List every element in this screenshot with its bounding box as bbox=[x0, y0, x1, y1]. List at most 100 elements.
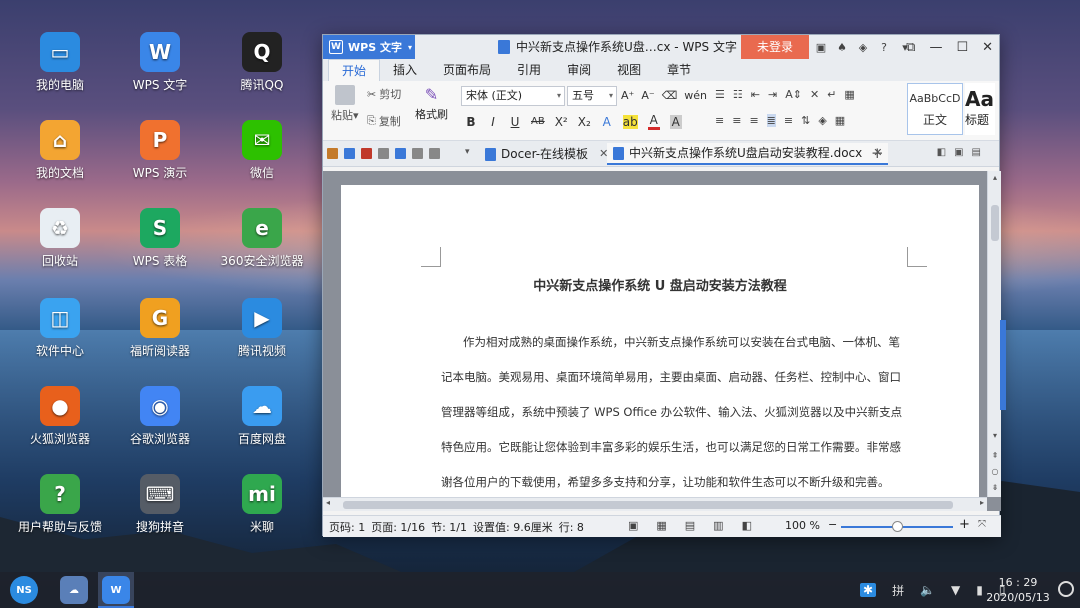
new-tab-button[interactable]: + bbox=[871, 144, 884, 162]
volume-icon[interactable]: 🔈 bbox=[920, 583, 935, 597]
cut-button[interactable]: ✂ 剪切 bbox=[367, 86, 401, 102]
scroll-thumb[interactable] bbox=[991, 205, 999, 241]
ribbon-tab[interactable]: 章节 bbox=[654, 59, 704, 81]
login-button[interactable]: 未登录 bbox=[741, 35, 809, 59]
desktop-icon[interactable]: ✉ 微信 bbox=[214, 120, 310, 181]
undo-icon[interactable] bbox=[412, 148, 423, 159]
cube-icon[interactable]: ◈ bbox=[857, 41, 869, 54]
ribbon-tab[interactable]: 插入 bbox=[380, 59, 430, 81]
format-painter-button[interactable]: ✎ 格式刷 bbox=[415, 85, 448, 122]
tab-current-document[interactable]: 中兴新支点操作系统U盘启动安装教程.docx ✕ bbox=[607, 143, 889, 165]
desktop-icon[interactable]: S WPS 表格 bbox=[112, 208, 208, 269]
next-page-icon[interactable]: ⇟ bbox=[988, 483, 1001, 492]
save-icon[interactable] bbox=[344, 148, 355, 159]
bullets-icon[interactable]: ☰ bbox=[715, 88, 725, 101]
chevron-down-icon[interactable]: ▾ bbox=[465, 147, 470, 157]
line-spacing-icon[interactable]: ⇅ bbox=[801, 114, 810, 127]
style-heading[interactable]: Aa 标题 bbox=[965, 83, 995, 135]
maximize-button[interactable]: ☐ bbox=[956, 40, 968, 55]
bold-button[interactable]: B bbox=[465, 115, 477, 129]
input-method-icon[interactable]: 拼 bbox=[892, 582, 904, 599]
underline-button[interactable]: U bbox=[509, 115, 521, 129]
taskbar-item[interactable]: NS bbox=[10, 576, 38, 604]
sort-icon[interactable]: ✕ bbox=[810, 88, 819, 101]
italic-button[interactable]: I bbox=[487, 115, 499, 129]
desktop-icon[interactable]: ◉ 谷歌浏览器 bbox=[112, 386, 208, 447]
print-preview-icon[interactable] bbox=[395, 148, 406, 159]
zoom-out-button[interactable]: − bbox=[828, 518, 837, 531]
window-titlebar[interactable]: W WPS 文字 ▾ 中兴新支点操作系统U盘…cx - WPS 文字 未登录 ▣… bbox=[323, 35, 999, 59]
fit-window-icon[interactable]: ⤧ bbox=[978, 519, 986, 530]
desktop-icon[interactable]: mi 米聊 bbox=[214, 474, 310, 535]
numbering-icon[interactable]: ☷ bbox=[733, 88, 743, 101]
desktop-icon[interactable]: ☁ 百度网盘 bbox=[214, 386, 310, 447]
chevron-left-icon[interactable]: ◂ bbox=[326, 498, 330, 507]
desktop-icon[interactable]: ⌨ 搜狗拼音 bbox=[112, 474, 208, 535]
strikethrough-button[interactable]: AB bbox=[531, 116, 545, 127]
close-button[interactable]: ✕ bbox=[982, 40, 993, 55]
redo-icon[interactable] bbox=[429, 148, 440, 159]
desktop-icon[interactable]: e 360安全浏览器 bbox=[214, 208, 310, 269]
desktop-icon[interactable]: ♻ 回收站 bbox=[12, 208, 108, 269]
select-browse-icon[interactable]: ○ bbox=[988, 467, 1001, 476]
highlight-button[interactable]: ab bbox=[622, 114, 638, 129]
copy-button[interactable]: ⎘ 复制 bbox=[367, 113, 401, 129]
align-center-icon[interactable]: ≡ bbox=[732, 114, 741, 127]
text-effect-button[interactable]: A bbox=[601, 115, 613, 129]
document-page[interactable]: 中兴新支点操作系统 U 盘启动安装方法教程 作为相对成熟的桌面操作系统，中兴新支… bbox=[341, 185, 979, 511]
text-direction-icon[interactable]: A⇕ bbox=[785, 88, 802, 101]
grow-font-icon[interactable]: A⁺ bbox=[621, 89, 634, 102]
usb-icon[interactable]: ▮ bbox=[976, 583, 983, 597]
ribbon-tab[interactable]: 开始 bbox=[328, 59, 381, 81]
minimize-button[interactable]: — bbox=[929, 40, 942, 55]
tab-docer-templates[interactable]: Docer-在线模板 ✕ bbox=[479, 143, 614, 165]
desktop-icon[interactable]: ▶ 腾讯视频 bbox=[214, 298, 310, 359]
notification-center-icon[interactable] bbox=[1058, 581, 1074, 597]
open-icon[interactable] bbox=[327, 148, 338, 159]
skin-icon[interactable]: ▣ bbox=[815, 41, 827, 54]
ribbon-tab[interactable]: 视图 bbox=[604, 59, 654, 81]
desktop-icon[interactable]: ◫ 软件中心 bbox=[12, 298, 108, 359]
bluetooth-icon[interactable]: ✱ bbox=[860, 583, 877, 597]
horizontal-scrollbar[interactable]: ◂ ▸ bbox=[323, 497, 987, 511]
desktop-icon[interactable]: Q 腾讯QQ bbox=[214, 32, 310, 93]
clear-format-icon[interactable]: ⌫ bbox=[662, 89, 678, 102]
zoom-in-button[interactable]: + bbox=[959, 517, 970, 532]
taskbar-item[interactable]: ☁ bbox=[60, 576, 88, 604]
zoom-slider-knob[interactable] bbox=[892, 521, 903, 532]
scroll-thumb[interactable] bbox=[343, 501, 953, 509]
vertical-scrollbar[interactable]: ▴ ▾ ⇞ ○ ⇟ bbox=[987, 171, 1001, 497]
subscript-button[interactable]: X₂ bbox=[578, 115, 591, 129]
shading-icon[interactable]: ◈ bbox=[818, 114, 826, 127]
help-icon[interactable]: ? bbox=[878, 41, 890, 54]
ribbon-tab[interactable]: 页面布局 bbox=[430, 59, 504, 81]
font-color-button[interactable]: A bbox=[647, 113, 660, 130]
desktop-icon[interactable]: ▭ 我的电脑 bbox=[12, 32, 108, 93]
chevron-down-icon[interactable]: ▾ bbox=[988, 431, 1001, 440]
align-right-icon[interactable]: ≡ bbox=[749, 114, 758, 127]
ribbon-tab[interactable]: 审阅 bbox=[554, 59, 604, 81]
taskbar-item[interactable]: W bbox=[102, 576, 130, 604]
desktop-icon[interactable]: W WPS 文字 bbox=[112, 32, 208, 93]
desktop-icon[interactable]: G 福昕阅读器 bbox=[112, 298, 208, 359]
paragraph-mark-icon[interactable]: ↵ bbox=[827, 88, 836, 101]
restore-icon[interactable]: ⧉ bbox=[906, 40, 915, 55]
chevron-right-icon[interactable]: ▸ bbox=[980, 498, 984, 507]
distribute-icon[interactable]: ≡ bbox=[784, 114, 793, 127]
view-mode-icons[interactable]: ▣▦▤▥◧ bbox=[628, 519, 770, 532]
font-name-select[interactable]: 宋体 (正文) ▾ bbox=[461, 86, 565, 106]
ribbon-tab[interactable]: 引用 bbox=[504, 59, 554, 81]
superscript-button[interactable]: X² bbox=[555, 115, 568, 129]
phonetic-icon[interactable]: wén bbox=[684, 89, 707, 102]
shirt-icon[interactable]: ♠ bbox=[836, 41, 848, 54]
desktop-icon[interactable]: ⌂ 我的文档 bbox=[12, 120, 108, 181]
table-icon[interactable]: ▦ bbox=[844, 88, 854, 101]
prev-page-icon[interactable]: ⇞ bbox=[988, 451, 1001, 460]
chevron-up-icon[interactable]: ▴ bbox=[988, 173, 1001, 182]
export-pdf-icon[interactable] bbox=[361, 148, 372, 159]
char-shading-button[interactable]: A bbox=[669, 114, 682, 129]
style-normal[interactable]: AaBbCcD 正文 bbox=[907, 83, 963, 135]
wifi-icon[interactable]: ▼ bbox=[951, 583, 960, 597]
side-panel-handle[interactable] bbox=[1000, 320, 1006, 410]
desktop-icon[interactable]: P WPS 演示 bbox=[112, 120, 208, 181]
